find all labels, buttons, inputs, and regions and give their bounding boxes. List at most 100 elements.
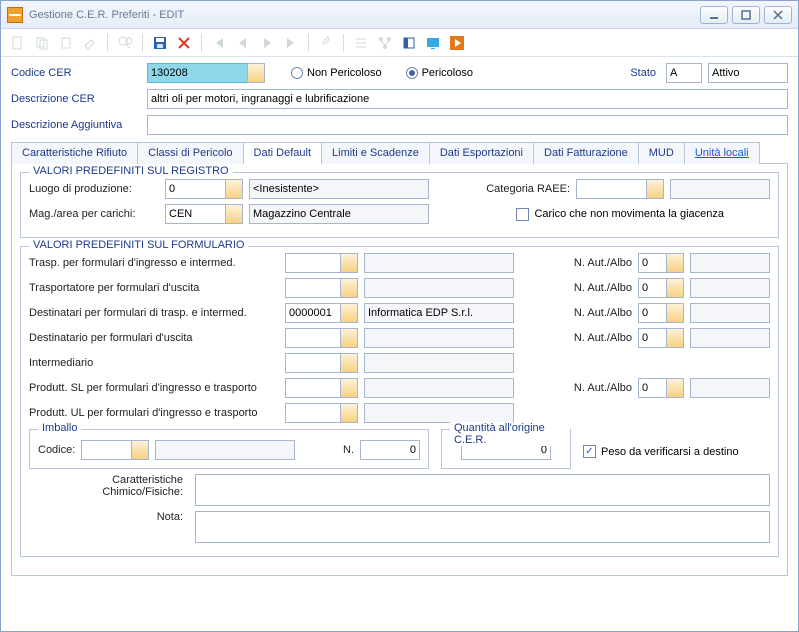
nota-input[interactable] <box>195 511 770 543</box>
next-icon[interactable] <box>256 32 278 54</box>
prod-ul-lookup-button[interactable] <box>340 403 358 423</box>
codice-cer-label: Codice CER <box>11 67 141 79</box>
imballo-codice-input[interactable] <box>81 440 131 460</box>
first-icon[interactable] <box>208 32 230 54</box>
dest-ingresso-code[interactable] <box>285 303 340 323</box>
trasp-ingresso-code[interactable] <box>285 253 340 273</box>
screen-icon[interactable] <box>422 32 444 54</box>
app-window: Gestione C.E.R. Preferiti - EDIT <box>0 0 799 632</box>
maximize-button[interactable] <box>732 6 760 24</box>
descrizione-agg-input[interactable] <box>147 115 788 135</box>
imballo-lookup-button[interactable] <box>131 440 149 460</box>
trasp-ingresso-naut-button[interactable] <box>666 253 684 273</box>
trasp-uscita-naut-button[interactable] <box>666 278 684 298</box>
new-icon[interactable] <box>7 32 29 54</box>
tab-dati-default[interactable]: Dati Default <box>243 142 322 164</box>
carico-checkbox[interactable]: Carico che non movimenta la giacenza <box>516 208 724 221</box>
play-icon[interactable] <box>446 32 468 54</box>
tab-dati-fatturazione[interactable]: Dati Fatturazione <box>533 142 639 164</box>
prod-sl-naut[interactable] <box>638 378 666 398</box>
tab-mud[interactable]: MUD <box>638 142 685 164</box>
dest-ingresso-naut-button[interactable] <box>666 303 684 323</box>
codice-cer-lookup-button[interactable] <box>247 63 265 83</box>
trasp-uscita-naut-desc <box>690 278 770 298</box>
luogo-lookup-button[interactable] <box>225 179 243 199</box>
stato-code-input[interactable] <box>666 63 702 83</box>
mag-lookup-button[interactable] <box>225 204 243 224</box>
trasp-ingresso-label: Trasp. per formulari d'ingresso e interm… <box>29 257 279 269</box>
prod-ul-desc <box>364 403 514 423</box>
luogo-lookup[interactable] <box>165 179 243 199</box>
minimize-button[interactable] <box>700 6 728 24</box>
attach-icon[interactable] <box>315 32 337 54</box>
prev-icon[interactable] <box>232 32 254 54</box>
group-registro: VALORI PREDEFINITI SUL REGISTRO Luogo di… <box>20 172 779 238</box>
paste-icon[interactable] <box>55 32 77 54</box>
dest-uscita-naut[interactable] <box>638 328 666 348</box>
peso-checkbox[interactable]: Peso da verificarsi a destino <box>583 445 739 458</box>
tab-dati-esportazioni[interactable]: Dati Esportazioni <box>429 142 534 164</box>
intermediario-label: Intermediario <box>29 357 279 369</box>
prod-ul-code[interactable] <box>285 403 340 423</box>
trasp-ingresso-lookup-button[interactable] <box>340 253 358 273</box>
registro-legend: VALORI PREDEFINITI SUL REGISTRO <box>29 165 233 177</box>
mag-label: Mag./area per carichi: <box>29 208 159 220</box>
descrizione-cer-input[interactable] <box>147 89 788 109</box>
dest-ingresso-naut[interactable] <box>638 303 666 323</box>
categoria-raee-lookup-button[interactable] <box>646 179 664 199</box>
trasp-uscita-lookup-button[interactable] <box>340 278 358 298</box>
close-button[interactable] <box>764 6 792 24</box>
trasp-uscita-code[interactable] <box>285 278 340 298</box>
trasp-uscita-naut[interactable] <box>638 278 666 298</box>
mag-lookup[interactable] <box>165 204 243 224</box>
dest-ingresso-desc <box>364 303 514 323</box>
prod-sl-label: Produtt. SL per formulari d'ingresso e t… <box>29 382 279 394</box>
trasp-ingresso-naut-desc <box>690 253 770 273</box>
quantita-legend: Quantità all'origine C.E.R. <box>450 422 570 446</box>
list-icon[interactable] <box>350 32 372 54</box>
tab-classi-pericolo[interactable]: Classi di Pericolo <box>137 142 243 164</box>
tab-unita-locali[interactable]: Unità locali <box>684 142 760 164</box>
car-chim-input[interactable] <box>195 474 770 506</box>
imballo-n-label: N. <box>343 444 354 456</box>
copy-icon[interactable] <box>31 32 53 54</box>
codice-cer-lookup[interactable] <box>147 63 265 83</box>
prod-sl-naut-button[interactable] <box>666 378 684 398</box>
last-icon[interactable] <box>280 32 302 54</box>
car-chim-label: Caratteristiche Chimico/Fisiche: <box>29 474 189 498</box>
radio-pericoloso[interactable]: Pericoloso <box>406 67 473 79</box>
trasp-ingresso-naut[interactable] <box>638 253 666 273</box>
trasp-ingresso-naut-label: N. Aut./Albo <box>574 257 632 269</box>
dest-ingresso-naut-label: N. Aut./Albo <box>574 307 632 319</box>
codice-cer-input[interactable] <box>147 63 247 83</box>
group-formulario: VALORI PREDEFINITI SUL FORMULARIO Trasp.… <box>20 246 779 557</box>
radio-non-pericoloso[interactable]: Non Pericoloso <box>291 67 382 79</box>
luogo-code-input[interactable] <box>165 179 225 199</box>
dest-ingresso-lookup-button[interactable] <box>340 303 358 323</box>
tab-pane: VALORI PREDEFINITI SUL REGISTRO Luogo di… <box>11 164 788 576</box>
erase-icon[interactable] <box>79 32 101 54</box>
dest-uscita-naut-button[interactable] <box>666 328 684 348</box>
dest-uscita-lookup-button[interactable] <box>340 328 358 348</box>
dest-uscita-code[interactable] <box>285 328 340 348</box>
imballo-n-input[interactable] <box>360 440 420 460</box>
delete-icon[interactable] <box>173 32 195 54</box>
mag-code-input[interactable] <box>165 204 225 224</box>
tab-caratteristiche[interactable]: Caratteristiche Rifiuto <box>11 142 138 164</box>
prod-sl-lookup-button[interactable] <box>340 378 358 398</box>
dest-uscita-naut-label: N. Aut./Albo <box>574 332 632 344</box>
dest-uscita-naut-desc <box>690 328 770 348</box>
save-icon[interactable] <box>149 32 171 54</box>
book-icon[interactable] <box>398 32 420 54</box>
intermediario-code[interactable] <box>285 353 340 373</box>
intermediario-lookup-button[interactable] <box>340 353 358 373</box>
search-icon[interactable] <box>114 32 136 54</box>
categoria-raee-lookup[interactable] <box>576 179 664 199</box>
tabstrip: Caratteristiche Rifiuto Classi di Perico… <box>11 141 788 164</box>
stato-desc-input[interactable] <box>708 63 788 83</box>
categoria-raee-code-input[interactable] <box>576 179 646 199</box>
tab-limiti-scadenze[interactable]: Limiti e Scadenze <box>321 142 430 164</box>
categoria-raee-label: Categoria RAEE: <box>486 183 570 195</box>
tree-icon[interactable] <box>374 32 396 54</box>
prod-sl-code[interactable] <box>285 378 340 398</box>
